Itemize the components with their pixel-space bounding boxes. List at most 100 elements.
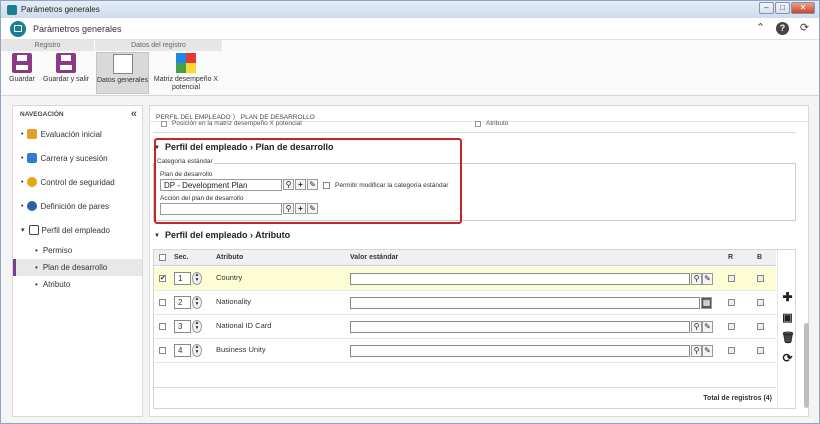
collapse-up-icon[interactable]: ⌃: [754, 22, 767, 35]
add-icon[interactable]: +: [295, 203, 306, 214]
action-input[interactable]: [160, 203, 282, 215]
value-input[interactable]: [350, 345, 690, 357]
app-header: Parámetros generales ⌃ ? ⟳: [1, 18, 819, 40]
nav-item-evaluacion[interactable]: • Evaluación inicial: [13, 122, 142, 146]
b-checkbox[interactable]: [757, 275, 764, 282]
save-exit-icon: [56, 53, 76, 73]
row-checkbox[interactable]: [159, 299, 166, 306]
attribute-section-header[interactable]: ▼ Perfil del empleado › Atributo: [154, 230, 290, 240]
select-all-checkbox[interactable]: [159, 254, 166, 261]
clear-icon[interactable]: ✎: [702, 345, 713, 357]
seq-input[interactable]: 1: [174, 272, 191, 285]
nav-item-label: Carrera y sucesión: [40, 153, 108, 163]
row-checkbox[interactable]: ✔: [159, 275, 166, 282]
table-row[interactable]: 4 ▲ ▼ Business Unity ⚲ ✎: [154, 339, 776, 363]
clear-icon[interactable]: ✎: [307, 179, 318, 190]
dev-plan-title: Perfil del empleado › Plan de desarrollo: [164, 142, 334, 152]
search-icon[interactable]: ⚲: [283, 203, 294, 214]
table-row[interactable]: 3 ▲ ▼ National ID Card ⚲ ✎: [154, 315, 776, 339]
minimize-button[interactable]: –: [759, 2, 774, 14]
spinner-icon[interactable]: ▲ ▼: [192, 320, 202, 333]
save-icon[interactable]: ▣: [781, 311, 794, 324]
b-checkbox[interactable]: [757, 323, 764, 330]
col-b[interactable]: B: [757, 254, 762, 261]
bullet: •: [21, 154, 24, 162]
clear-icon[interactable]: ✎: [702, 273, 713, 285]
matrix-icon: [176, 53, 196, 73]
refresh-icon[interactable]: ⟳: [781, 351, 794, 365]
col-attribute[interactable]: Atributo: [216, 254, 243, 261]
nav-item-carrera[interactable]: • Carrera y sucesión: [13, 146, 142, 170]
maximize-button[interactable]: □: [775, 2, 790, 14]
value-input[interactable]: [350, 297, 700, 309]
nav-subitem-permiso[interactable]: • Permiso: [13, 242, 142, 259]
value-input[interactable]: [350, 273, 690, 285]
row-checkbox[interactable]: [159, 323, 166, 330]
bullet: •: [35, 246, 38, 255]
nav-item-perfil[interactable]: ▾ Perfil del empleado: [13, 218, 142, 242]
nav-item-label: Evaluación inicial: [40, 129, 102, 139]
vertical-scrollbar[interactable]: [804, 323, 809, 408]
search-icon[interactable]: ⚲: [283, 179, 294, 190]
seq-input[interactable]: 3: [174, 320, 191, 333]
collapse-icon[interactable]: «: [131, 108, 137, 120]
clear-icon[interactable]: ✎: [307, 203, 318, 214]
save-button[interactable]: Guardar: [5, 53, 39, 84]
clear-icon[interactable]: ✎: [702, 321, 713, 333]
key-icon: [27, 177, 38, 187]
career-icon: [27, 153, 38, 163]
add-icon[interactable]: ✚: [781, 290, 794, 304]
table-row[interactable]: ✔ 1 ▲ ▼ Country ⚲ ✎: [154, 267, 776, 291]
col-seq[interactable]: Sec.: [174, 254, 188, 261]
ribbon-group-label: Registro: [1, 40, 95, 51]
dev-plan-section-header[interactable]: ▼ Perfil del empleado › Plan de desarroll…: [154, 142, 334, 152]
spinner-icon[interactable]: ▲ ▼: [192, 344, 202, 357]
bullet: •: [21, 178, 24, 186]
matrix-button[interactable]: Matriz desempeño X potencial: [151, 53, 221, 92]
profile-icon: [28, 225, 39, 235]
bullet: •: [35, 263, 38, 272]
b-checkbox[interactable]: [757, 347, 764, 354]
nav-item-pares[interactable]: • Definición de pares: [13, 194, 142, 218]
spinner-icon[interactable]: ▲ ▼: [192, 296, 202, 309]
delete-icon[interactable]: 🗑: [781, 331, 795, 344]
save-icon: [12, 53, 32, 73]
spinner-icon[interactable]: ▲ ▼: [192, 272, 202, 285]
b-checkbox[interactable]: [757, 299, 764, 306]
total-records: Total de registros (4): [154, 387, 776, 409]
plan-input[interactable]: DP - Development Plan: [160, 179, 282, 191]
close-button[interactable]: ✕: [791, 2, 815, 14]
nav-subitem-label: Plan de desarrollo: [42, 263, 108, 272]
window-icon: [7, 4, 17, 15]
nav-item-seguridad[interactable]: • Control de seguridad: [13, 170, 142, 194]
seq-input[interactable]: 4: [174, 344, 191, 357]
attribute-grid: Sec. Atributo Valor estándar R B ✔ 1 ▲ ▼ …: [153, 249, 796, 409]
r-checkbox[interactable]: [728, 323, 735, 330]
evaluation-icon: [27, 129, 38, 139]
calendar-icon[interactable]: ▦: [701, 297, 712, 309]
allow-modify-checkbox[interactable]: [323, 182, 330, 189]
row-checkbox[interactable]: [159, 347, 166, 354]
search-icon[interactable]: ⚲: [691, 273, 702, 285]
r-checkbox[interactable]: [728, 275, 735, 282]
nav-subitem-plan[interactable]: • Plan de desarrollo: [13, 259, 142, 276]
r-checkbox[interactable]: [728, 347, 735, 354]
r-checkbox[interactable]: [728, 299, 735, 306]
add-icon[interactable]: +: [295, 179, 306, 190]
attribute-checkbox[interactable]: [475, 121, 481, 127]
matrix-checkbox[interactable]: [161, 121, 167, 127]
help-icon[interactable]: ?: [776, 22, 789, 35]
table-row[interactable]: 2 ▲ ▼ Nationality ▦: [154, 291, 776, 315]
nav-subitem-atributo[interactable]: • Atributo: [13, 276, 142, 293]
general-data-button[interactable]: Datos generales: [96, 52, 149, 94]
col-r[interactable]: R: [728, 254, 733, 261]
fieldset-legend: Categoría estándar: [156, 158, 214, 165]
value-input[interactable]: [350, 321, 690, 333]
search-icon[interactable]: ⚲: [691, 321, 702, 333]
save-exit-button[interactable]: Guardar y salir: [41, 53, 91, 84]
search-icon[interactable]: ⚲: [691, 345, 702, 357]
attribute-name: Nationality: [216, 297, 252, 306]
seq-input[interactable]: 2: [174, 296, 191, 309]
refresh-icon[interactable]: ⟳: [798, 22, 811, 35]
col-value[interactable]: Valor estándar: [350, 254, 398, 261]
